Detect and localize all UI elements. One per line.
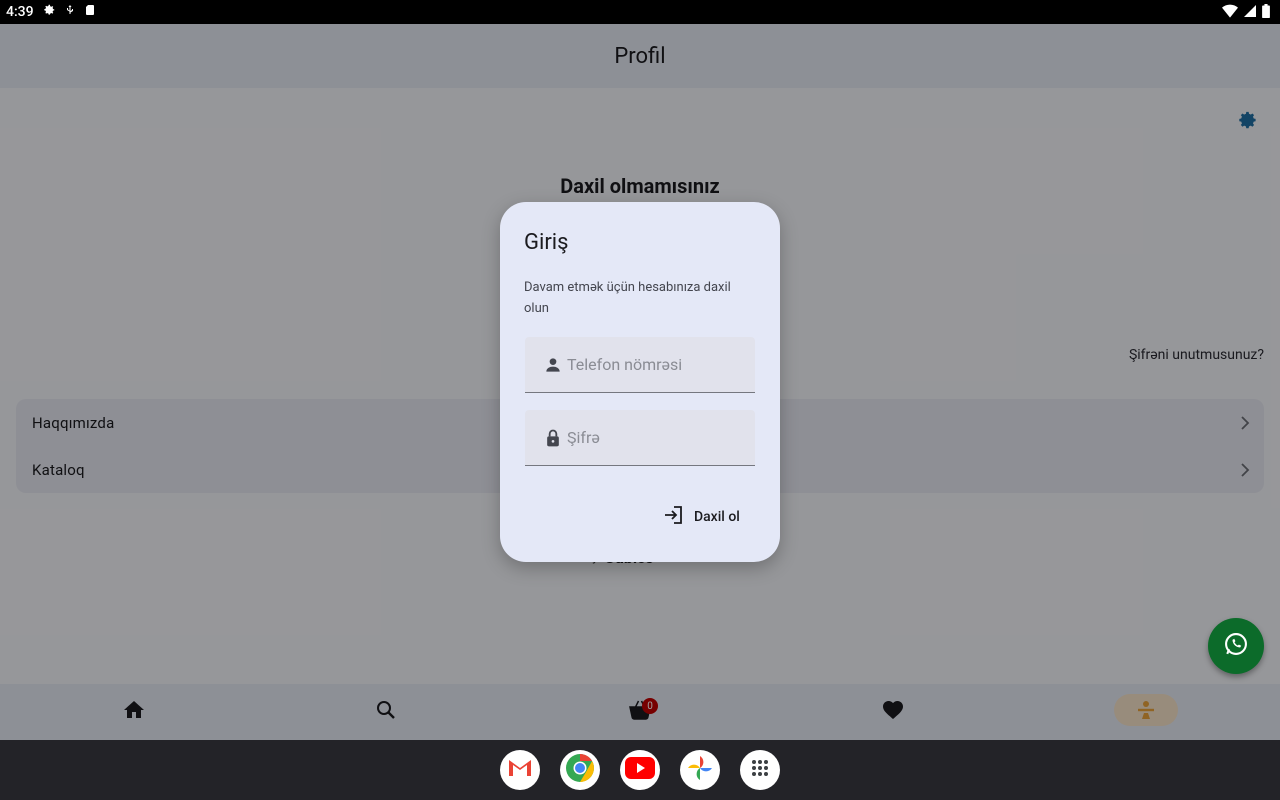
status-time: 4:39 [6, 4, 34, 20]
phone-field[interactable] [525, 337, 755, 393]
chrome-icon [565, 753, 595, 787]
whatsapp-fab[interactable] [1208, 618, 1264, 674]
photos-icon [685, 753, 715, 787]
app-drawer[interactable] [740, 750, 780, 790]
battery-icon [1262, 4, 1270, 22]
password-input[interactable] [565, 427, 749, 448]
password-field[interactable] [525, 410, 755, 466]
dialog-message: Davam etmək üçün hesabınıza daxil olun [524, 280, 731, 316]
status-bar: 4:39 [0, 0, 1280, 24]
settings-gear-status-icon [42, 3, 56, 21]
whatsapp-icon [1222, 630, 1250, 662]
signal-icon [1244, 4, 1256, 22]
login-button-label: Daxil ol [694, 509, 740, 525]
photos-app[interactable] [680, 750, 720, 790]
gmail-icon [507, 758, 533, 782]
sd-card-icon [84, 3, 96, 21]
youtube-icon [625, 757, 655, 783]
login-dialog: Giriş Davam etmək üçün hesabınıza daxil … [500, 202, 780, 562]
dialog-title: Giriş [524, 230, 569, 255]
youtube-app[interactable] [620, 750, 660, 790]
gmail-app[interactable] [500, 750, 540, 790]
person-icon [543, 355, 563, 375]
phone-input[interactable] [565, 354, 749, 375]
chrome-app[interactable] [560, 750, 600, 790]
app-grid-icon [750, 758, 770, 782]
usb-debug-icon [64, 3, 76, 21]
login-button[interactable]: Daxil ol [658, 500, 752, 534]
login-icon [662, 503, 686, 531]
wifi-icon [1222, 4, 1238, 22]
lock-icon [543, 428, 563, 448]
